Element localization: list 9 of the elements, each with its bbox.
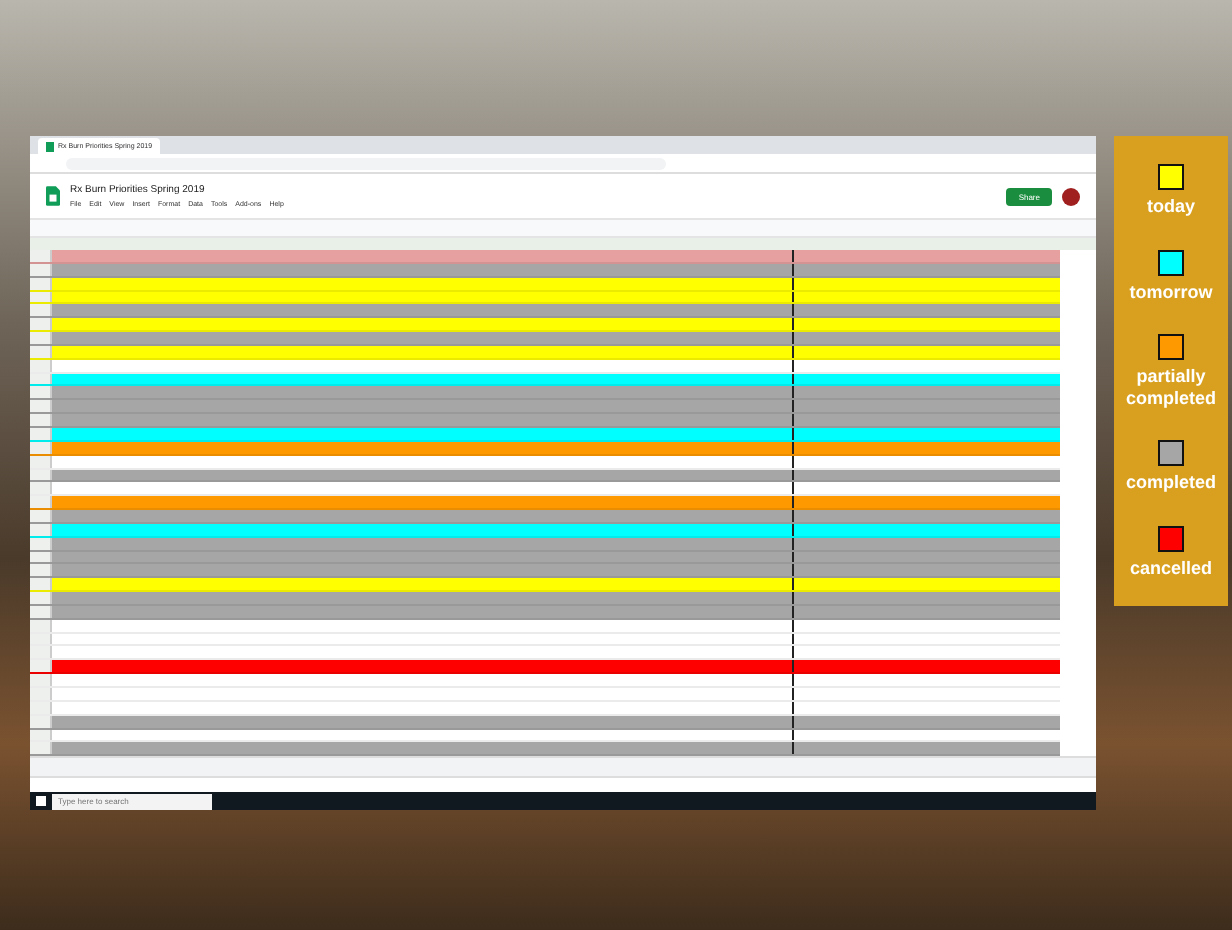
sheets-logo-icon xyxy=(46,186,60,206)
legend-label: tomorrow xyxy=(1127,281,1215,302)
windows-icon[interactable] xyxy=(36,796,46,806)
legend-label: partially completed xyxy=(1123,366,1218,408)
legend-label: cancelled xyxy=(1127,557,1215,578)
sheet-icon xyxy=(46,141,54,151)
legend-label: completed xyxy=(1123,472,1218,493)
legend-label: today xyxy=(1144,196,1197,217)
avatar[interactable] xyxy=(1062,187,1080,205)
